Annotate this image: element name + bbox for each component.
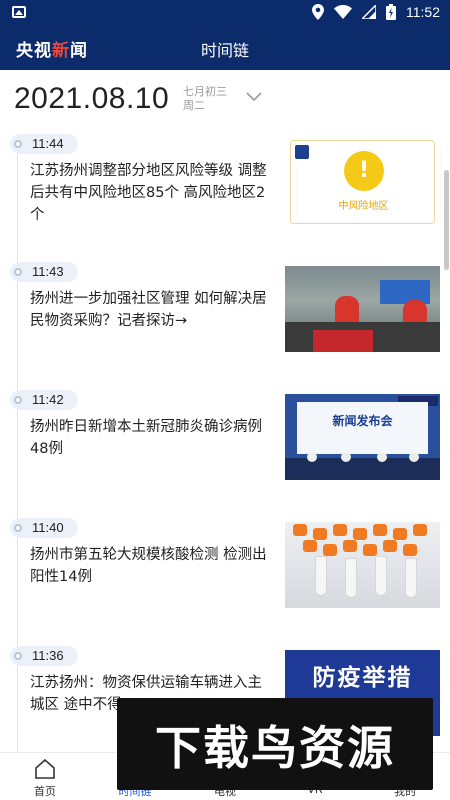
timeline-dot-icon (14, 396, 22, 404)
tube-cap (403, 544, 417, 556)
news-time: 11:44 (32, 136, 64, 151)
timeline-dot-icon (14, 652, 22, 660)
lunar-day: 七月初三 (183, 85, 227, 98)
tube-cap (303, 540, 317, 552)
news-item[interactable]: 11:43 扬州进一步加强社区管理 如何解决居民物资采购？记者探访→ (0, 256, 450, 384)
news-thumbnail[interactable]: ! 中风险地区 (290, 140, 435, 224)
news-item[interactable]: 11:40 扬州市第五轮大规模核酸检测 检测出阳性14例 (0, 512, 450, 640)
tube-cap (363, 544, 377, 556)
status-bar: 11:52 (0, 0, 450, 26)
news-headline[interactable]: 扬州市第五轮大规模核酸检测 检测出阳性14例 (30, 544, 276, 588)
tab-home[interactable]: 首页 (10, 753, 80, 800)
tube-cap (333, 524, 347, 536)
thumbnail-label: 中风险地区 (338, 201, 389, 212)
chevron-down-icon[interactable] (246, 92, 262, 102)
news-thumbnail[interactable] (285, 266, 440, 352)
time-badge: 11:42 (10, 390, 78, 410)
speaker-figure (377, 452, 387, 462)
lunar-date: 七月初三 周二 (183, 85, 227, 113)
tent-shape (380, 280, 430, 304)
news-headline[interactable]: 扬州进一步加强社区管理 如何解决居民物资采购？记者探访→ (30, 288, 276, 332)
warning-icon: ! (344, 151, 384, 191)
news-headline[interactable]: 江苏扬州调整部分地区风险等级 调整后共有中风险地区85个 高风险地区2个 (30, 160, 276, 226)
speaker-figure (409, 452, 419, 462)
timeline-dot-icon (14, 524, 22, 532)
tube-body (375, 556, 387, 596)
location-icon (312, 4, 324, 20)
speaker-figure (341, 452, 351, 462)
date-bar: 2021.08.10 七月初三 周二 (0, 70, 450, 128)
tube-cap (353, 528, 367, 540)
news-thumbnail[interactable] (285, 522, 440, 608)
news-time: 11:42 (32, 392, 64, 407)
tube-cap (373, 524, 387, 536)
press-title: 新闻发布会 (332, 414, 393, 428)
time-badge: 11:43 (10, 262, 78, 282)
cctv-badge-icon (295, 145, 309, 159)
status-time: 11:52 (406, 4, 440, 20)
tube-cap (313, 528, 327, 540)
time-badge: 11:36 (10, 646, 78, 666)
news-time: 11:36 (32, 648, 64, 663)
tube-cap (393, 528, 407, 540)
timeline-feed[interactable]: 11:44 江苏扬州调整部分地区风险等级 调整后共有中风险地区85个 高风险地区… (0, 128, 450, 752)
watermark-overlay: 下载鸟资源 (117, 698, 433, 790)
current-date: 2021.08.10 (14, 82, 170, 115)
news-time: 11:43 (32, 264, 64, 279)
page-title: 时间链 (200, 41, 249, 60)
tube-cap (413, 524, 427, 536)
app-header: 央视新闻 时间链 (0, 26, 450, 70)
tube-cap (343, 540, 357, 552)
gallery-icon (12, 6, 26, 18)
speaker-figure (307, 452, 317, 462)
tube-body (315, 556, 327, 596)
home-icon (35, 759, 55, 779)
tube-body (405, 558, 417, 598)
news-item[interactable]: 11:42 扬州昨日新增本土新冠肺炎确诊病例48例 新闻发布会 (0, 384, 450, 512)
wifi-icon (334, 5, 352, 19)
status-icons: 11:52 (312, 4, 440, 20)
time-badge: 11:44 (10, 134, 78, 154)
press-desk (285, 458, 440, 480)
news-headline[interactable]: 扬州昨日新增本土新冠肺炎确诊病例48例 (30, 416, 276, 460)
tube-body (345, 558, 357, 598)
tube-cap (323, 544, 337, 556)
cellular-icon (362, 5, 376, 19)
tube-cap (293, 524, 307, 536)
watermark-text: 下载鸟资源 (155, 721, 395, 775)
timeline-dot-icon (14, 140, 22, 148)
tab-label: 首页 (34, 785, 56, 798)
sign-shape (313, 330, 373, 352)
time-badge: 11:40 (10, 518, 78, 538)
tube-cap (383, 540, 397, 552)
news-time: 11:40 (32, 520, 64, 535)
battery-icon (386, 4, 396, 20)
timeline-dot-icon (14, 268, 22, 276)
thumbnail-title: 防疫举措 (312, 665, 413, 691)
news-thumbnail[interactable]: 新闻发布会 (285, 394, 440, 480)
weekday: 周二 (183, 99, 205, 112)
news-item[interactable]: 11:44 江苏扬州调整部分地区风险等级 调整后共有中风险地区85个 高风险地区… (0, 128, 450, 256)
